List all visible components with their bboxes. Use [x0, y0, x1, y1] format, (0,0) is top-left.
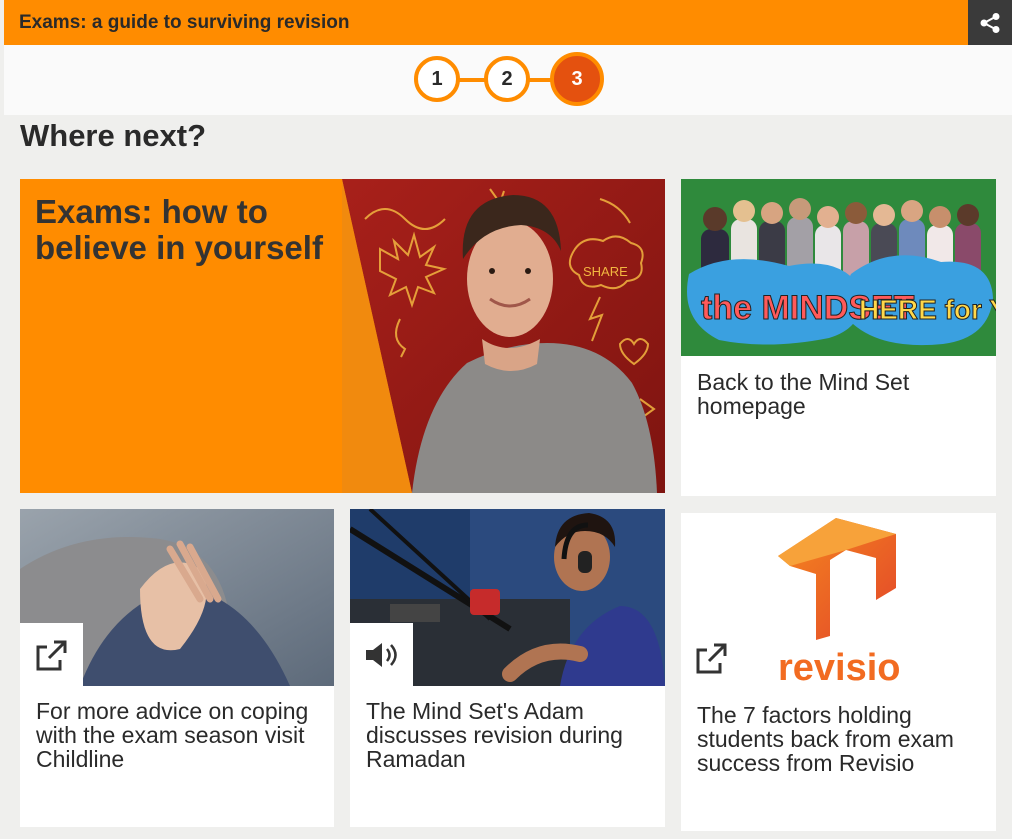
banner-here-for-you-text: HERE for YOU — [859, 294, 996, 325]
revisio-logo-text: revisio — [778, 647, 901, 689]
feature-card-title: Exams: how to believe in yourself — [35, 193, 323, 266]
card-childline-text: For more advice on coping with the exam … — [36, 698, 309, 772]
external-link-icon — [36, 640, 66, 670]
doodle-share-text: SHARE — [583, 264, 628, 279]
step-2-button[interactable]: 2 — [484, 56, 530, 102]
card-revisio-text: The 7 factors holding students back from… — [697, 702, 954, 776]
section-heading: Where next? — [20, 118, 207, 153]
step-navigation: 1 2 3 — [4, 45, 1012, 115]
share-button[interactable] — [968, 0, 1012, 45]
step-3-button[interactable]: 3 — [550, 52, 604, 106]
share-icon — [980, 12, 1000, 33]
external-link-icon-box — [20, 623, 83, 686]
card-ramadan[interactable]: The Mind Set's Adam discusses revision d… — [350, 509, 665, 827]
mindset-banner-image: the MINDSET HERE for YOU — [681, 179, 996, 356]
guide-title: Exams: a guide to surviving revision — [19, 12, 350, 33]
external-link-icon — [696, 643, 727, 674]
card-ramadan-text: The Mind Set's Adam discusses revision d… — [366, 698, 623, 772]
external-link-icon-box — [695, 641, 729, 680]
feature-card-believe-in-yourself[interactable]: SHARE Exams: how to believe in yourself — [20, 179, 665, 493]
top-bar: Exams: a guide to surviving revision — [4, 0, 1012, 45]
card-mindset-text: Back to the Mind Set homepage — [697, 369, 910, 419]
speaker-icon-box — [350, 623, 413, 686]
card-mindset-homepage[interactable]: the MINDSET HERE for YOU Back to the Min… — [681, 179, 996, 496]
revisio-logo-mark — [778, 518, 896, 640]
card-revisio[interactable]: revisio The 7 factors holding students b… — [681, 513, 996, 831]
card-childline[interactable]: For more advice on coping with the exam … — [20, 509, 334, 827]
step-1-button[interactable]: 1 — [414, 56, 460, 102]
speaker-icon — [365, 642, 397, 667]
